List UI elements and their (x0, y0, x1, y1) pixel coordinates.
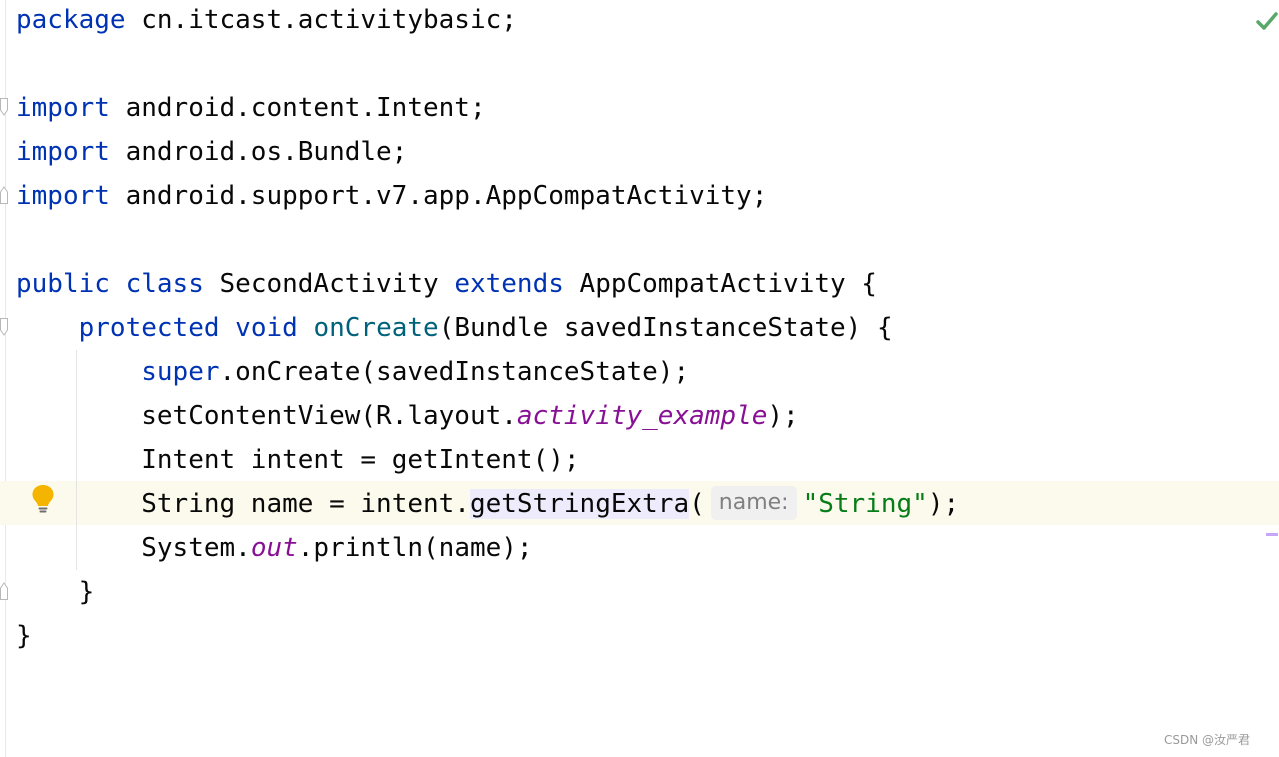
package-name: cn.itcast.activitybasic; (125, 5, 517, 35)
keyword: package (16, 5, 126, 35)
statement: Intent intent = getIntent(); (141, 445, 580, 475)
statement: String name = intent. (141, 489, 470, 519)
scrollbar-marker (1266, 533, 1278, 536)
import-path: android.content.Intent; (109, 93, 486, 123)
closing-brace: } (78, 577, 95, 607)
method-call-highlight[interactable]: getStringExtra (469, 489, 690, 519)
watermark: CSDN @汝严君 (1164, 733, 1251, 747)
code-line-8: protected void onCreate(Bundle savedInst… (16, 306, 893, 350)
keyword: import (16, 137, 110, 167)
fold-marker-method-end[interactable] (0, 582, 8, 600)
import-path: android.support.v7.app.AppCompatActivity… (109, 181, 768, 211)
statement-end: .println(name); (297, 533, 533, 563)
code-line-13: System.out.println(name); (16, 526, 533, 570)
static-field: out (250, 533, 298, 563)
fold-marker-imports[interactable] (0, 98, 8, 116)
code-line-14: } (16, 570, 95, 614)
statement: setContentView(R.layout. (141, 401, 517, 431)
code-line-10: setContentView(R.layout.activity_example… (16, 394, 799, 438)
statement: System. (141, 533, 251, 563)
keyword: super (141, 357, 220, 387)
fold-marker-method[interactable] (0, 318, 8, 336)
keyword: extends (454, 269, 564, 299)
statement: .onCreate(savedInstanceState); (219, 357, 690, 387)
class-name: SecondActivity (203, 269, 455, 299)
keyword: import (16, 93, 110, 123)
closing-brace: } (16, 621, 32, 651)
code-line-1: package cn.itcast.activitybasic; (16, 0, 517, 42)
code-line-3: import android.content.Intent; (16, 86, 486, 130)
code-line-15: } (16, 614, 32, 658)
layout-constant: activity_example (516, 401, 768, 431)
superclass: AppCompatActivity { (563, 269, 877, 299)
code-line-11: Intent intent = getIntent(); (16, 438, 580, 482)
keyword: void (235, 313, 298, 343)
code-line-9: super.onCreate(savedInstanceState); (16, 350, 689, 394)
check-icon[interactable] (1256, 11, 1278, 31)
code-line-5: import android.support.v7.app.AppCompatA… (16, 174, 767, 218)
method-name: onCreate (313, 313, 439, 343)
method-params: (Bundle savedInstanceState) { (438, 313, 893, 343)
paren: ( (689, 489, 705, 519)
statement-end: ); (927, 489, 960, 519)
keyword: class (125, 269, 204, 299)
import-path: android.os.Bundle; (109, 137, 408, 167)
string-literal: "String" (802, 489, 928, 519)
code-line-7: public class SecondActivity extends AppC… (16, 262, 877, 306)
fold-marker-imports-end[interactable] (0, 186, 8, 204)
keyword: protected (78, 313, 220, 343)
parameter-hint: name: (710, 485, 797, 520)
statement-end: ); (767, 401, 799, 431)
code-line-4: import android.os.Bundle; (16, 130, 407, 174)
keyword: import (16, 181, 110, 211)
keyword: public (16, 269, 110, 299)
code-line-12: String name = intent.getStringExtra(name… (16, 482, 959, 526)
